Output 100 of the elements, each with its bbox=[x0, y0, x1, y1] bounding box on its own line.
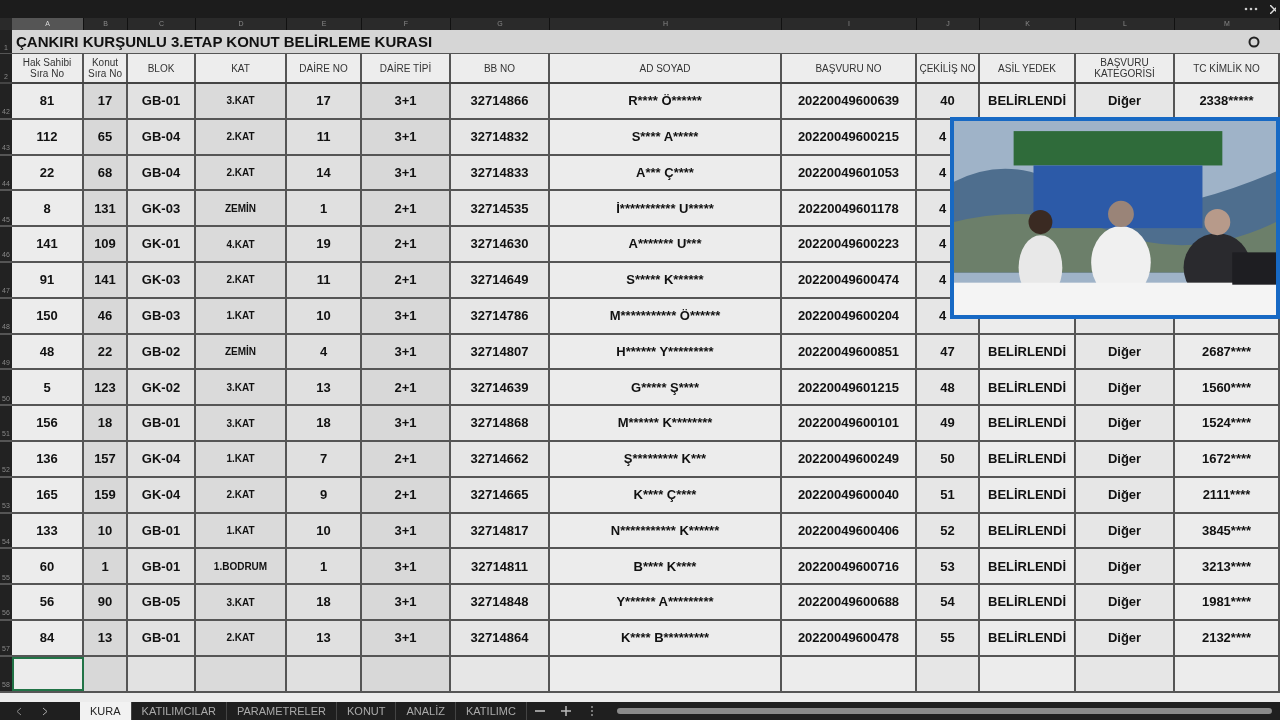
sheet-tab[interactable]: KURA bbox=[80, 702, 132, 720]
table-cell: 18 bbox=[287, 406, 362, 440]
table-cell: 3.KAT bbox=[196, 84, 287, 118]
table-cell: BELİRLENDİ bbox=[980, 549, 1076, 584]
table-cell: 54 bbox=[917, 585, 980, 619]
table-cell: H****** Y********* bbox=[550, 334, 782, 369]
table-cell: GK-02 bbox=[128, 370, 196, 405]
table-cell: 3213**** bbox=[1175, 549, 1280, 584]
table-cell: 1981**** bbox=[1175, 585, 1280, 619]
table-cell: 68 bbox=[84, 155, 128, 190]
table-cell: 133 bbox=[12, 513, 84, 548]
table-cell: Diğer bbox=[1076, 513, 1175, 548]
table-cell: BELİRLENDİ bbox=[980, 513, 1076, 548]
plus-icon[interactable] bbox=[560, 706, 571, 716]
table-cell: 52 bbox=[917, 513, 980, 548]
table-cell: 2+1 bbox=[362, 370, 451, 405]
table-cell: 46 bbox=[84, 298, 128, 333]
table-cell: 3+1 bbox=[362, 298, 451, 333]
table-cell: 3+1 bbox=[362, 513, 451, 548]
table-cell: 32714811 bbox=[451, 549, 550, 584]
column-header: BAŞVURU KATEGORİSİ bbox=[1076, 54, 1175, 82]
column-header: BLOK bbox=[128, 54, 196, 82]
table-cell: BELİRLENDİ bbox=[980, 334, 1076, 369]
table-cell: 1 bbox=[287, 191, 362, 226]
table-cell: 165 bbox=[12, 477, 84, 512]
table-cell: K**** B********* bbox=[550, 620, 782, 655]
table-cell: 48 bbox=[12, 334, 84, 369]
table-cell: 32714807 bbox=[451, 334, 550, 369]
table-cell: BELİRLENDİ bbox=[980, 370, 1076, 405]
table-cell: 50 bbox=[917, 441, 980, 476]
table-cell: 84 bbox=[12, 620, 84, 655]
table-cell: 90 bbox=[84, 585, 128, 619]
table-cell: GB-01 bbox=[128, 406, 196, 440]
table-cell: 2+1 bbox=[362, 441, 451, 476]
sheet-tab[interactable]: PARAMETRELER bbox=[226, 702, 337, 720]
sheet-tab[interactable]: KONUT bbox=[337, 702, 397, 720]
table-cell: 17 bbox=[84, 84, 128, 118]
table-cell: 20220049601053 bbox=[782, 155, 917, 190]
table-cell: ZEMİN bbox=[196, 191, 287, 226]
table-cell: 20220049600204 bbox=[782, 298, 917, 333]
table-cell: 2687**** bbox=[1175, 334, 1280, 369]
table-cell: 32714817 bbox=[451, 513, 550, 548]
minus-icon[interactable] bbox=[534, 710, 545, 712]
table-cell: Diğer bbox=[1076, 406, 1175, 440]
table-cell: GB-01 bbox=[128, 513, 196, 548]
table-cell: Diğer bbox=[1076, 549, 1175, 584]
table-cell: 32714848 bbox=[451, 585, 550, 619]
table-cell: 13 bbox=[287, 620, 362, 655]
chevron-right-icon[interactable] bbox=[42, 706, 48, 716]
table-cell: B**** K**** bbox=[550, 549, 782, 584]
table-cell: BELİRLENDİ bbox=[980, 585, 1076, 619]
table-cell: 20220049600249 bbox=[782, 441, 917, 476]
sheet-tab[interactable]: ANALİZ bbox=[396, 702, 456, 720]
more-vertical-icon[interactable] bbox=[590, 706, 593, 716]
table-cell: 11 bbox=[287, 119, 362, 154]
table-cell: Diğer bbox=[1076, 585, 1175, 619]
table-cell: 109 bbox=[84, 227, 128, 261]
table-cell: 53 bbox=[917, 549, 980, 584]
column-header: Konut Sıra No bbox=[84, 54, 128, 82]
table-cell: 20220049600851 bbox=[782, 334, 917, 369]
table-cell: 141 bbox=[12, 227, 84, 261]
table-cell: Y****** A********* bbox=[550, 585, 782, 619]
table-cell: Diğer bbox=[1076, 84, 1175, 118]
table-cell: 159 bbox=[84, 477, 128, 512]
table-cell: 20220049601178 bbox=[782, 191, 917, 226]
horizontal-scrollbar[interactable] bbox=[616, 708, 1272, 714]
table-cell: 7 bbox=[287, 441, 362, 476]
table-cell: Diğer bbox=[1076, 334, 1175, 369]
gear-icon[interactable] bbox=[1248, 35, 1260, 48]
close-icon[interactable] bbox=[1270, 4, 1276, 14]
table-cell: 47 bbox=[917, 334, 980, 369]
table-cell: 3+1 bbox=[362, 84, 451, 118]
table-cell: A******* U*** bbox=[550, 227, 782, 261]
table-cell: R**** Ö****** bbox=[550, 84, 782, 118]
table-cell: 5 bbox=[12, 370, 84, 405]
table-cell: İ*********** U***** bbox=[550, 191, 782, 226]
column-header: KAT bbox=[196, 54, 287, 82]
table-cell: 13 bbox=[287, 370, 362, 405]
sheet-tab[interactable]: KATILIMC bbox=[456, 702, 527, 720]
table-cell: 4 bbox=[287, 334, 362, 369]
more-icon[interactable] bbox=[1244, 7, 1258, 11]
table-cell: 32714832 bbox=[451, 119, 550, 154]
table-cell: 32714535 bbox=[451, 191, 550, 226]
column-header: AD SOYAD bbox=[550, 54, 782, 82]
chevron-left-icon[interactable] bbox=[16, 706, 22, 716]
table-cell: A*** Ç**** bbox=[550, 155, 782, 190]
table-cell: 49 bbox=[917, 406, 980, 440]
table-cell: GB-01 bbox=[128, 620, 196, 655]
table-cell: 157 bbox=[84, 441, 128, 476]
table-cell: GB-04 bbox=[128, 119, 196, 154]
table-cell: 2+1 bbox=[362, 191, 451, 226]
sheet-tab[interactable]: KATILIMCILAR bbox=[131, 702, 227, 720]
table-cell: 2.KAT bbox=[196, 119, 287, 154]
table-cell: 32714864 bbox=[451, 620, 550, 655]
table-cell: 2+1 bbox=[362, 227, 451, 261]
table-cell: 2.KAT bbox=[196, 620, 287, 655]
table-cell: 2.KAT bbox=[196, 263, 287, 297]
table-cell: GK-03 bbox=[128, 191, 196, 226]
table-cell: 20220049601215 bbox=[782, 370, 917, 405]
table-cell: 8 bbox=[12, 191, 84, 226]
